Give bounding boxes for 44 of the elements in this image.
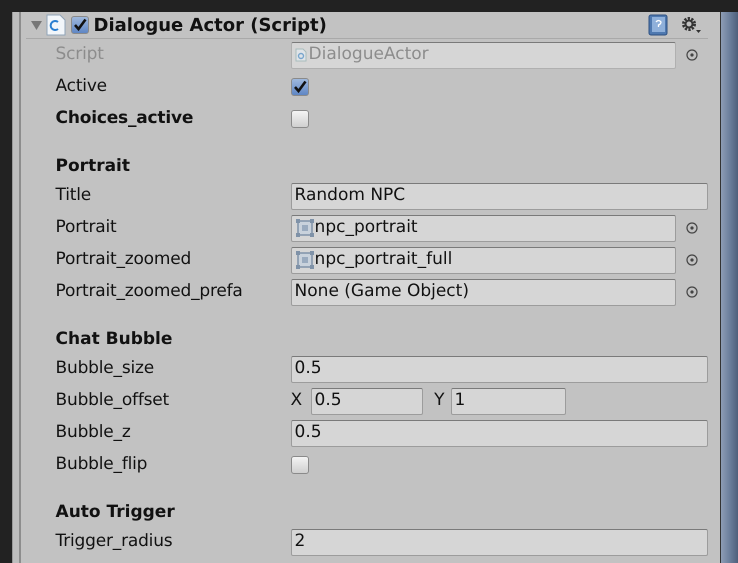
text-field[interactable]: 0.5 bbox=[290, 356, 708, 382]
field-label: Choices_active bbox=[56, 107, 194, 130]
section-header: Portrait bbox=[56, 154, 130, 178]
text-field[interactable]: Random NPC bbox=[290, 182, 708, 210]
object-field[interactable]: npc_portrait_full bbox=[290, 246, 676, 274]
checkbox[interactable] bbox=[290, 110, 309, 128]
object-field[interactable]: npc_portrait bbox=[290, 214, 676, 242]
section-header: Chat Bubble bbox=[56, 328, 172, 350]
sprite-icon bbox=[294, 218, 315, 238]
object-picker-icon[interactable] bbox=[686, 222, 698, 234]
field-label: Bubble_offset bbox=[56, 389, 170, 412]
text-field[interactable]: 2 bbox=[290, 528, 708, 556]
field-label: Bubble_flip bbox=[56, 453, 148, 476]
field-label: Portrait_zoomed bbox=[56, 248, 192, 272]
scrollbar[interactable] bbox=[720, 12, 738, 563]
checkmark-icon bbox=[72, 18, 87, 32]
object-picker-icon[interactable] bbox=[686, 49, 698, 61]
field-label: Bubble_size bbox=[56, 357, 156, 380]
number-field[interactable]: 1 bbox=[450, 388, 566, 414]
checkbox[interactable] bbox=[290, 456, 309, 474]
section-header: Auto Trigger bbox=[56, 500, 175, 524]
sprite-icon bbox=[294, 250, 315, 270]
field-label: Portrait_zoomed_prefa bbox=[56, 280, 244, 304]
field-label: Trigger_radius bbox=[56, 530, 174, 554]
gear-icon[interactable] bbox=[680, 15, 702, 35]
text-field[interactable]: 0.5 bbox=[290, 420, 708, 446]
checkbox[interactable] bbox=[290, 78, 309, 96]
field-label: Title bbox=[56, 184, 92, 208]
field-label: Portrait bbox=[56, 216, 118, 240]
axis-label: Y bbox=[433, 389, 446, 412]
script-icon bbox=[46, 14, 66, 36]
object-picker-icon[interactable] bbox=[686, 286, 698, 298]
object-field[interactable]: None (Game Object) bbox=[290, 278, 676, 306]
checkmark-icon bbox=[292, 80, 307, 94]
checkbox[interactable] bbox=[70, 16, 89, 34]
number-field[interactable]: 0.5 bbox=[310, 388, 423, 414]
script-icon bbox=[294, 48, 307, 62]
axis-label: X bbox=[290, 389, 304, 412]
field-label: Bubble_z bbox=[56, 421, 132, 444]
object-picker-icon[interactable] bbox=[686, 254, 698, 266]
field-label: Active bbox=[56, 75, 108, 98]
foldout-arrow-icon[interactable] bbox=[30, 20, 42, 30]
help-book-icon[interactable] bbox=[648, 14, 668, 36]
component-title: Dialogue Actor (Script) bbox=[94, 14, 327, 38]
